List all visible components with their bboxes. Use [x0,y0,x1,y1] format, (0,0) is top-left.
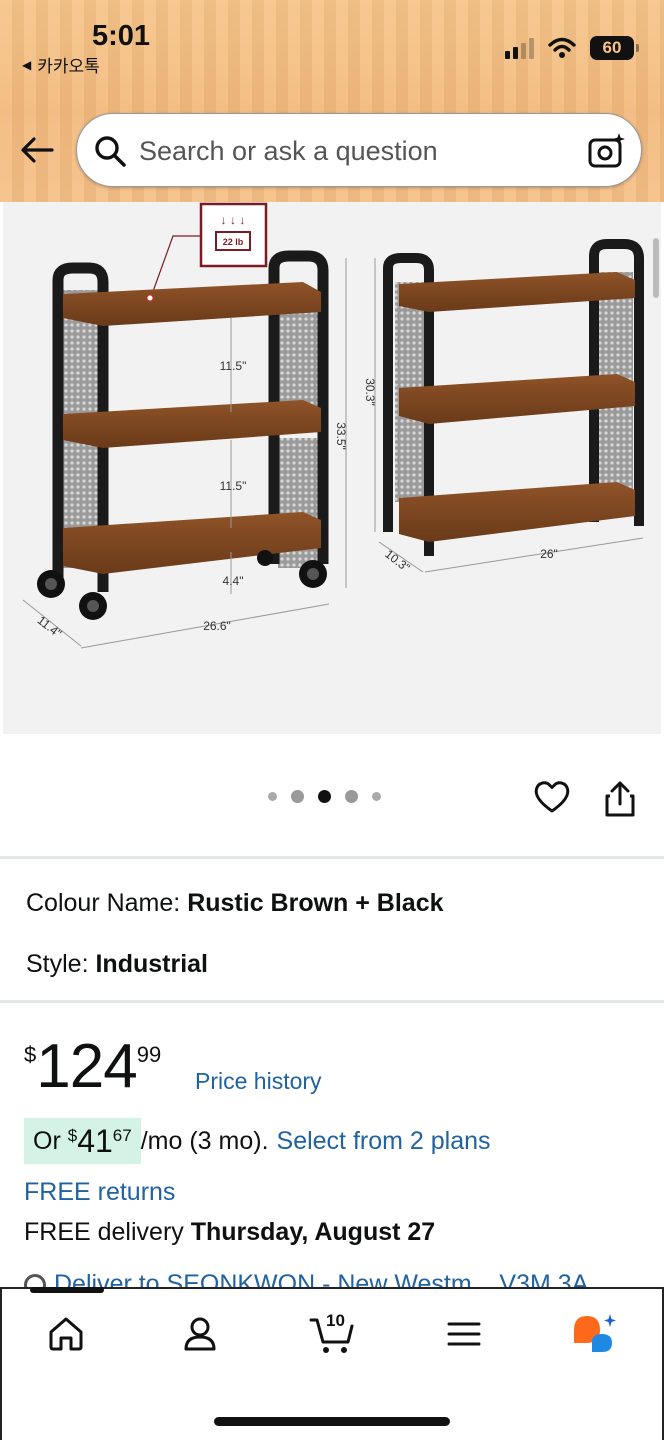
svg-text:↓ ↓ ↓: ↓ ↓ ↓ [221,213,246,227]
dim-shelf-gap-1: 11.5" [220,359,247,373]
price: $ 124 99 [24,1036,161,1098]
delivery-prefix: FREE delivery [24,1218,184,1246]
image-scrollbar[interactable] [653,238,659,298]
delivery-info: FREE delivery Thursday, August 27 [24,1218,435,1247]
back-triangle-icon: ◀ [22,57,32,72]
status-back-to-app[interactable]: ◀ 카카오톡 [22,52,100,77]
installment-fraction: 67 [112,1126,132,1145]
price-currency: $ [24,1042,37,1067]
installment-prefix: Or [33,1126,61,1155]
style-value: Industrial [95,950,208,978]
delivery-date: Thursday, August 27 [190,1218,436,1246]
back-arrow-icon[interactable] [18,130,58,170]
camera-search-icon[interactable] [587,130,627,170]
wifi-icon [548,37,576,58]
carousel-dot[interactable] [268,792,277,801]
tab-home[interactable] [42,1310,90,1358]
installment-highlight: Or $ 41 67 [24,1118,141,1164]
carousel-dot-active[interactable] [318,790,331,803]
style-label: Style: [26,950,89,978]
free-returns-link[interactable]: FREE returns [24,1178,175,1207]
carousel-dot[interactable] [372,792,381,801]
price-history-link[interactable]: Price history [195,1068,322,1095]
style-variation[interactable]: Style: Industrial [26,950,208,979]
shelf-illustration [383,239,644,556]
back-app-label: 카카오톡 [37,57,100,76]
ai-assistant-icon [574,1314,616,1352]
price-whole: 124 [36,1032,137,1101]
dim-cart-depth: 11.4" [35,613,65,640]
search-bar[interactable] [76,113,642,187]
section-divider [0,1000,664,1003]
dim-shelf-depth: 10.3" [382,547,412,575]
installment-suffix: /mo (3 mo). [140,1126,269,1155]
active-tab-indicator [30,1287,104,1293]
weight-label: 22 lb [223,237,244,247]
status-icons: 60 [505,36,639,60]
section-divider [0,856,664,859]
price-fraction: 99 [136,1042,162,1067]
dim-shelf-width: 26" [540,547,558,561]
colour-variation[interactable]: Colour Name: Rustic Brown + Black [26,889,444,918]
installment-offer: Or $ 41 67 /mo (3 mo). Select from 2 pla… [24,1118,491,1164]
search-icon [95,136,126,167]
user-icon [184,1317,216,1351]
cart-count-badge: 10 [326,1311,345,1330]
location-icon [24,1274,46,1288]
dim-shelf-height: 30.3" [363,378,377,406]
menu-icon [447,1322,481,1346]
installment-whole: 41 [77,1122,113,1159]
carousel-dot[interactable] [345,790,358,803]
search-input[interactable] [139,133,569,169]
deliver-to-link[interactable]: Deliver to SEONKWON - New Westm... V3M 3… [24,1270,588,1288]
colour-value: Rustic Brown + Black [187,889,444,917]
status-time: 5:01 [92,20,151,52]
colour-label: Colour Name: [26,889,181,917]
carousel-dots[interactable] [268,790,381,803]
tab-menu[interactable] [440,1310,488,1358]
cellular-signal-icon [505,37,534,59]
product-image[interactable]: ↓ ↓ ↓ 22 lb 11.5" 11.5" 4.4" 33.5" 11.4"… [3,202,661,734]
battery-icon: 60 [590,36,639,60]
carousel-dot[interactable] [291,790,304,803]
dim-cart-height: 33.5" [334,422,348,450]
heart-icon[interactable] [533,778,571,816]
home-icon [49,1317,83,1351]
installment-currency: $ [67,1126,78,1145]
dim-cart-width: 26.6" [203,619,231,633]
app-header: 5:01 ◀ 카카오톡 60 [0,0,664,202]
home-indicator [214,1417,450,1426]
select-plans-link[interactable]: Select from 2 plans [277,1127,491,1156]
cart-illustration [37,250,329,620]
product-photo: ↓ ↓ ↓ 22 lb 11.5" 11.5" 4.4" 33.5" 11.4"… [22,202,659,649]
dim-shelf-gap-2: 11.5" [220,479,247,493]
dim-bottom-clearance: 4.4" [223,574,244,588]
tab-rufus-ai[interactable] [570,1310,618,1358]
weight-capacity-badge: ↓ ↓ ↓ 22 lb [150,202,268,298]
share-icon[interactable] [603,780,637,818]
tab-account[interactable] [176,1310,224,1358]
deliver-to-label: Deliver to SEONKWON - New Westm... V3M 3… [54,1270,589,1288]
